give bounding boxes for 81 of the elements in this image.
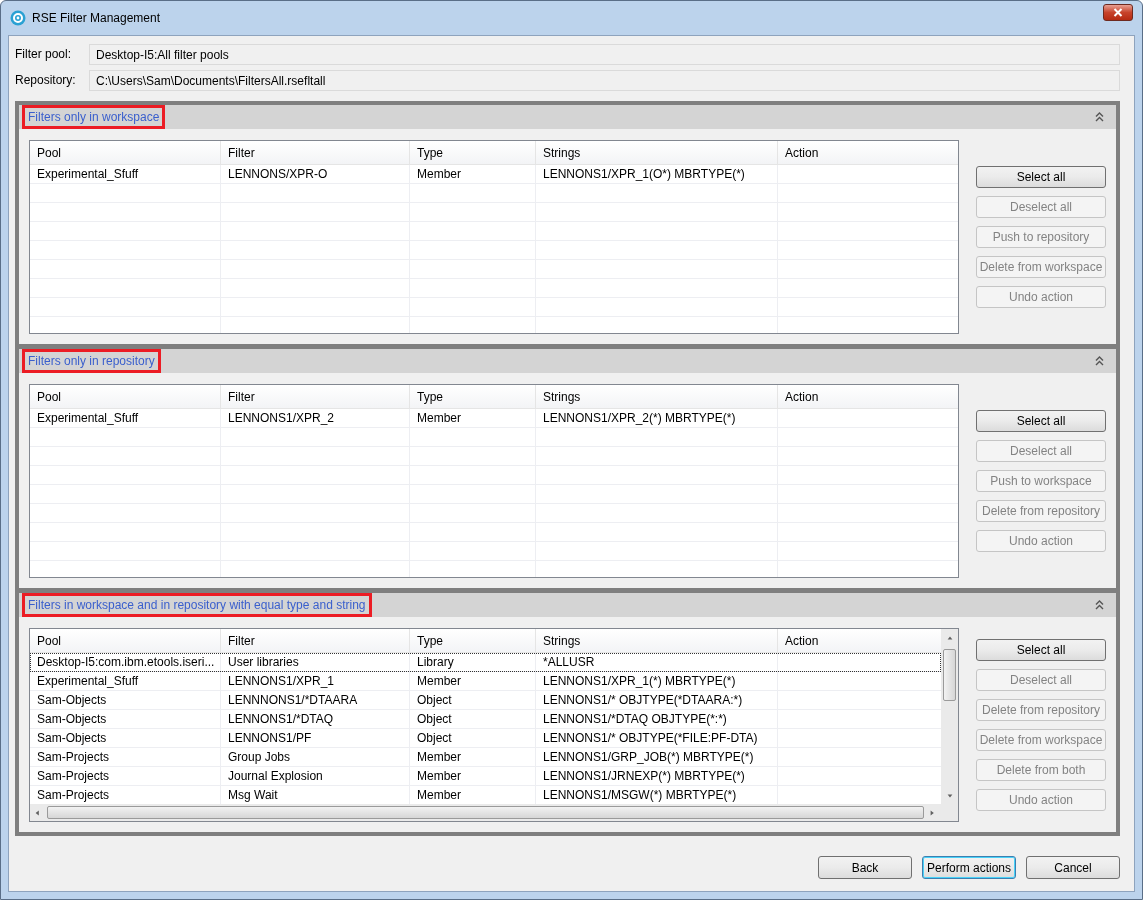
table-cell: Member (410, 672, 536, 690)
table-cell: LENNONS1/* OBJTYPE(*DTAARA:*) (536, 691, 778, 709)
table-cell: Sam-Projects (30, 748, 221, 766)
table-cell: Member (410, 748, 536, 766)
table-cell: Desktop-I5:com.ibm.etools.iseri... (30, 653, 221, 671)
scrollbar-thumb[interactable] (46, 806, 925, 819)
window-title: RSE Filter Management (32, 11, 161, 25)
column-header[interactable]: Filter (221, 385, 410, 408)
scrollbar-thumb[interactable] (943, 649, 956, 701)
table-cell: LENNONS1/PF (221, 729, 410, 747)
table-cell: Journal Explosion (221, 767, 410, 785)
table-cell: User libraries (221, 653, 410, 671)
column-header[interactable]: Action (778, 141, 958, 164)
table-cell: Sam-Objects (30, 729, 221, 747)
table-cell: LENNONS1/* OBJTYPE(*FILE:PF-DTA) (536, 729, 778, 747)
table-cell: Sam-Objects (30, 691, 221, 709)
table-cell: LENNNONS1/*DTAARA (221, 691, 410, 709)
column-header[interactable]: Action (778, 629, 941, 652)
table-cell: Sam-Objects (30, 710, 221, 728)
table-cell: LENNONS1/XPR_2 (221, 409, 410, 427)
section-header[interactable]: Filters only in repository (19, 349, 1116, 373)
action-button[interactable]: Select all (976, 639, 1106, 661)
table-cell: Experimental_Sfuff (30, 409, 221, 427)
table-cell: LENNONS1/XPR_1 (221, 672, 410, 690)
close-button[interactable] (1103, 3, 1133, 21)
table-cell: Member (410, 767, 536, 785)
collapse-icon[interactable] (1095, 600, 1104, 610)
table-cell: LENNONS1/XPR_2(*) MBRTYPE(*) (536, 409, 778, 427)
table-cell: LENNONS1/GRP_JOB(*) MBRTYPE(*) (536, 748, 778, 766)
section-title: Filters only in workspace (22, 105, 166, 129)
dialog-button[interactable]: Perform actions (922, 856, 1016, 879)
column-header[interactable]: Strings (536, 141, 778, 164)
column-header[interactable]: Type (410, 141, 536, 164)
app-logo-icon (10, 10, 26, 26)
section-header[interactable]: Filters only in workspace (19, 105, 1116, 129)
dialog-button[interactable]: Cancel (1026, 856, 1120, 879)
column-header[interactable]: Action (778, 385, 958, 408)
section-header[interactable]: Filters in workspace and in repository with equal type and string (19, 593, 1116, 617)
filter-table[interactable]: Pool Filter Type Strings Action Experimental_Sfuff LENNONS/XPR-O Member LENNONS1/XPR_1(O*) MBRTYPE(*) (29, 140, 959, 334)
vertical-scrollbar[interactable] (941, 629, 958, 804)
table-cell: Member (410, 165, 536, 183)
table-cell: Object (410, 710, 536, 728)
table-cell: LENNONS1/*DTAQ OBJTYPE(*:*) (536, 710, 778, 728)
dialog-button[interactable]: Back (818, 856, 912, 879)
table-cell: Object (410, 691, 536, 709)
horizontal-scrollbar[interactable] (30, 804, 958, 821)
column-header[interactable]: Pool (30, 141, 221, 164)
table-cell: Library (410, 653, 536, 671)
column-header[interactable]: Pool (30, 629, 221, 652)
table-cell: Member (410, 409, 536, 427)
column-header[interactable]: Filter (221, 141, 410, 164)
collapse-icon[interactable] (1095, 356, 1104, 366)
action-button[interactable]: Select all (976, 166, 1106, 188)
filter-table[interactable] (29, 628, 959, 822)
field-label: Filter pool: (15, 47, 73, 61)
column-header[interactable]: Pool (30, 385, 221, 408)
filter-table[interactable]: Pool Filter Type Strings Action Experimental_Sfuff LENNONS1/XPR_2 Member LENNONS1/XPR_2(*) MBRTYPE(*) (29, 384, 959, 578)
table-cell: Group Jobs (221, 748, 410, 766)
table-cell: Sam-Projects (30, 767, 221, 785)
close-icon (1113, 7, 1123, 17)
action-button[interactable]: Select all (976, 410, 1106, 432)
column-header[interactable]: Strings (536, 629, 778, 652)
table-cell: LENNONS1/XPR_1(O*) MBRTYPE(*) (536, 165, 778, 183)
collapse-icon[interactable] (1095, 112, 1104, 122)
section-title: Filters only in repository (22, 349, 161, 373)
table-cell: LENNONS1/XPR_1(*) MBRTYPE(*) (536, 672, 778, 690)
readonly-field[interactable]: Desktop-I5:All filter pools (89, 43, 1120, 65)
column-header[interactable]: Filter (221, 629, 410, 652)
column-header[interactable]: Type (410, 629, 536, 652)
table-cell: LENNONS1/*DTAQ (221, 710, 410, 728)
readonly-field[interactable]: C:\Users\Sam\Documents\FiltersAll.rsefltall (89, 69, 1120, 91)
table-cell: Object (410, 729, 536, 747)
column-header[interactable]: Type (410, 385, 536, 408)
section-title: Filters in workspace and in repository with equal type and string (22, 593, 372, 617)
table-cell: LENNONS1/JRNEXP(*) MBRTYPE(*) (536, 767, 778, 785)
table-cell: *ALLUSR (536, 653, 778, 671)
table-cell: LENNONS/XPR-O (221, 165, 410, 183)
table-cell: Experimental_Sfuff (30, 672, 221, 690)
field-label: Repository: (15, 73, 77, 87)
column-header[interactable]: Strings (536, 385, 778, 408)
table-cell: Experimental_Sfuff (30, 165, 221, 183)
